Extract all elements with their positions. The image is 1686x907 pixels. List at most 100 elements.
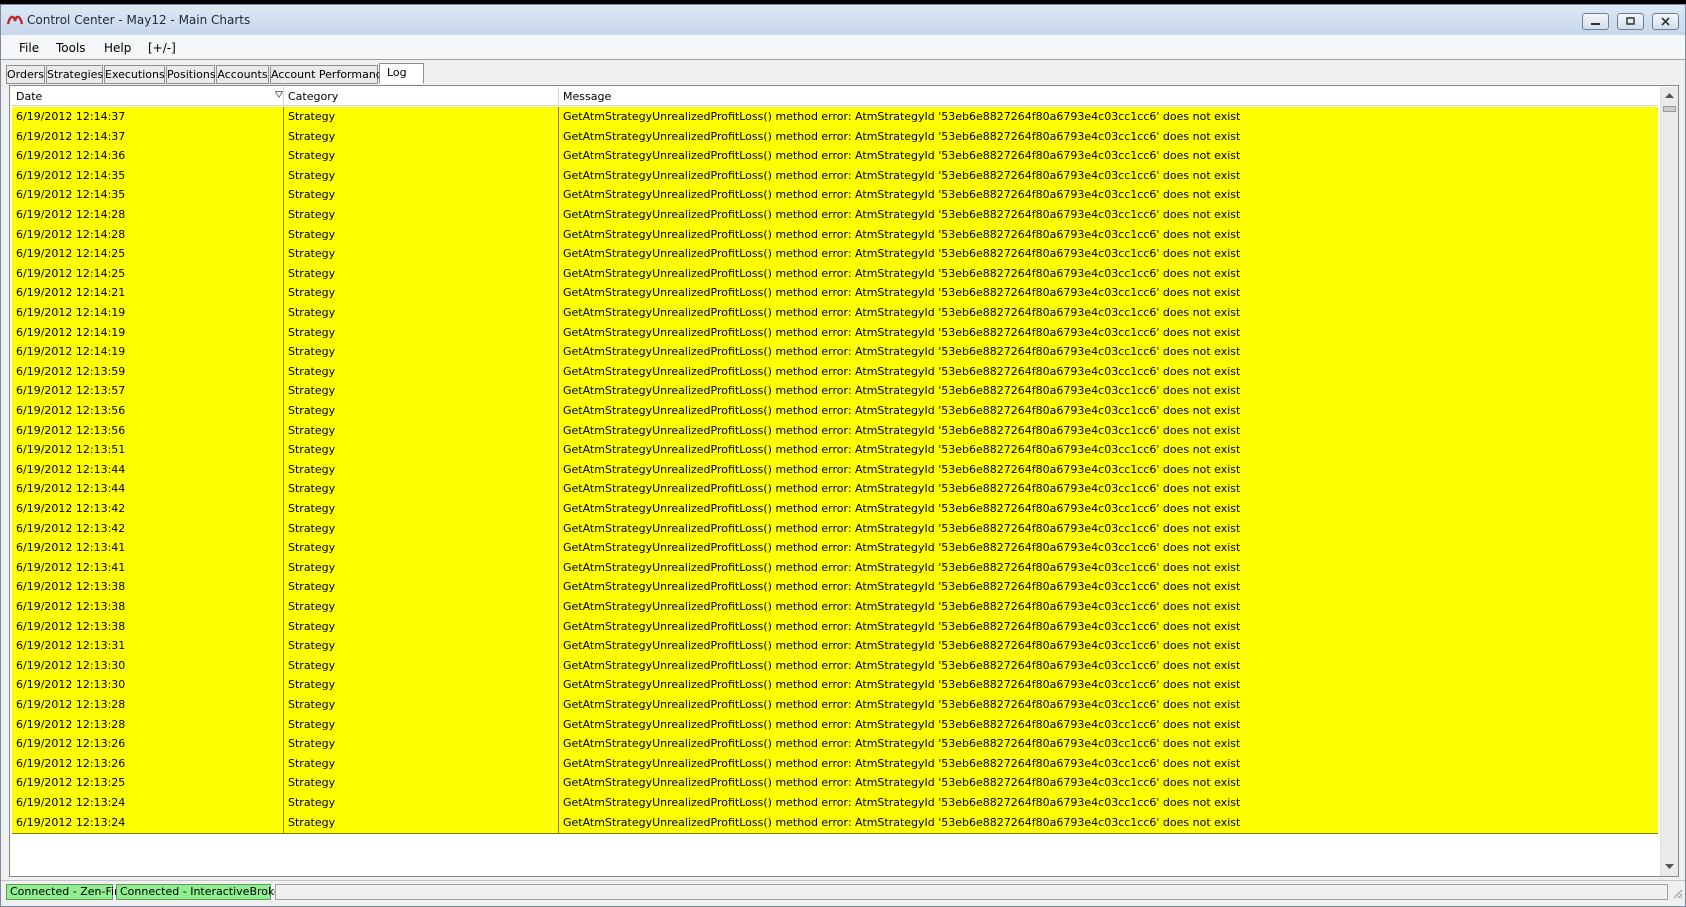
cell-message: GetAtmStrategyUnrealizedProfitLoss() met… xyxy=(563,502,1241,515)
cell-date: 6/19/2012 12:14:37 xyxy=(12,127,284,147)
tab-orders[interactable]: Orders xyxy=(6,65,45,84)
cell-date: 6/19/2012 12:13:26 xyxy=(12,734,284,754)
cell-category: Strategy xyxy=(284,715,559,735)
table-row[interactable]: 6/19/2012 12:14:28 Strategy GetAtmStrategy… xyxy=(12,225,1658,246)
cell-date: 6/19/2012 12:13:38 xyxy=(12,597,284,617)
tab-account-performance[interactable]: Account Performance xyxy=(270,65,389,84)
table-row[interactable]: 6/19/2012 12:13:42 Strategy GetAtmStrategy… xyxy=(12,499,1658,520)
table-row[interactable]: 6/19/2012 12:14:37 Strategy GetAtmStrategy… xyxy=(12,107,1658,128)
tab-accounts[interactable]: Accounts xyxy=(216,65,269,84)
scroll-down-arrow-icon[interactable] xyxy=(1661,858,1678,875)
table-row[interactable]: 6/19/2012 12:14:28 Strategy GetAtmStrategy… xyxy=(12,205,1658,226)
cell-category: Strategy xyxy=(284,127,559,147)
minimize-button[interactable] xyxy=(1582,13,1609,30)
table-row[interactable]: 6/19/2012 12:13:51 Strategy GetAtmStrategy… xyxy=(12,440,1658,461)
cell-date: 6/19/2012 12:13:42 xyxy=(12,499,284,519)
menu-help[interactable]: Help xyxy=(104,41,131,55)
cell-date: 6/19/2012 12:14:36 xyxy=(12,146,284,166)
table-row[interactable]: 6/19/2012 12:13:41 Strategy GetAtmStrategy… xyxy=(12,558,1658,579)
table-row[interactable]: 6/19/2012 12:13:28 Strategy GetAtmStrategy… xyxy=(12,715,1658,736)
cell-message: GetAtmStrategyUnrealizedProfitLoss() met… xyxy=(563,149,1241,162)
tab-strategies[interactable]: Strategies xyxy=(46,65,103,84)
table-row[interactable]: 6/19/2012 12:13:31 Strategy GetAtmStrategy… xyxy=(12,636,1658,657)
cell-message: GetAtmStrategyUnrealizedProfitLoss() met… xyxy=(563,737,1241,750)
menu-tools[interactable]: Tools xyxy=(56,41,86,55)
table-row[interactable]: 6/19/2012 12:13:57 Strategy GetAtmStrategy… xyxy=(12,381,1658,402)
table-row[interactable]: 6/19/2012 12:13:44 Strategy GetAtmStrategy… xyxy=(12,460,1658,481)
cell-message: GetAtmStrategyUnrealizedProfitLoss() met… xyxy=(563,580,1241,593)
table-row[interactable]: 6/19/2012 12:13:38 Strategy GetAtmStrategy… xyxy=(12,617,1658,638)
vertical-scrollbar[interactable] xyxy=(1660,87,1678,876)
table-row[interactable]: 6/19/2012 12:13:26 Strategy GetAtmStrategy… xyxy=(12,734,1658,755)
menu-file[interactable]: File xyxy=(19,41,39,55)
table-row[interactable]: 6/19/2012 12:14:37 Strategy GetAtmStrategy… xyxy=(12,127,1658,148)
status-bar: Connected - Zen-Fire Connected - Interac… xyxy=(1,880,1685,902)
resize-grip-icon[interactable] xyxy=(1671,887,1683,899)
table-row[interactable]: 6/19/2012 12:13:38 Strategy GetAtmStrategy… xyxy=(12,597,1658,618)
cell-category: Strategy xyxy=(284,617,559,637)
table-row[interactable]: 6/19/2012 12:13:28 Strategy GetAtmStrategy… xyxy=(12,695,1658,716)
table-row[interactable]: 6/19/2012 12:13:24 Strategy GetAtmStrategy… xyxy=(12,813,1658,834)
cell-category: Strategy xyxy=(284,460,559,480)
tab-executions[interactable]: Executions xyxy=(104,65,165,84)
table-row[interactable]: 6/19/2012 12:13:59 Strategy GetAtmStrategy… xyxy=(12,362,1658,383)
table-row[interactable]: 6/19/2012 12:13:38 Strategy GetAtmStrategy… xyxy=(12,577,1658,598)
table-row[interactable]: 6/19/2012 12:13:30 Strategy GetAtmStrategy… xyxy=(12,656,1658,677)
column-header-category[interactable]: Category xyxy=(284,87,559,106)
cell-date: 6/19/2012 12:13:44 xyxy=(12,460,284,480)
cell-message: GetAtmStrategyUnrealizedProfitLoss() met… xyxy=(563,286,1241,299)
table-row[interactable]: 6/19/2012 12:13:26 Strategy GetAtmStrategy… xyxy=(12,754,1658,775)
column-header-date[interactable]: Date xyxy=(12,87,284,106)
table-row[interactable]: 6/19/2012 12:13:24 Strategy GetAtmStrategy… xyxy=(12,793,1658,814)
cell-category: Strategy xyxy=(284,244,559,264)
tab-log[interactable]: Log xyxy=(379,63,424,84)
cell-category: Strategy xyxy=(284,107,559,127)
cell-category: Strategy xyxy=(284,558,559,578)
menu-expand-toggle[interactable]: [+/-] xyxy=(148,41,176,55)
table-row[interactable]: 6/19/2012 12:13:56 Strategy GetAtmStrategy… xyxy=(12,421,1658,442)
column-header-message-label: Message xyxy=(563,90,612,103)
table-row[interactable]: 6/19/2012 12:14:21 Strategy GetAtmStrategy… xyxy=(12,283,1658,304)
menubar-divider xyxy=(1,59,1685,60)
table-row[interactable]: 6/19/2012 12:13:56 Strategy GetAtmStrategy… xyxy=(12,401,1658,422)
table-row[interactable]: 6/19/2012 12:13:30 Strategy GetAtmStrategy… xyxy=(12,675,1658,696)
scroll-up-arrow-icon[interactable] xyxy=(1661,87,1678,104)
cell-date: 6/19/2012 12:13:24 xyxy=(12,793,284,813)
cell-category: Strategy xyxy=(284,636,559,656)
close-button[interactable] xyxy=(1652,13,1679,30)
cell-date: 6/19/2012 12:14:37 xyxy=(12,107,284,127)
column-header-message[interactable]: Message xyxy=(559,87,1658,106)
status-badge-zen-fire: Connected - Zen-Fire xyxy=(6,884,125,900)
log-grid: Date Category Message 6/19/2012 12:14:37… xyxy=(9,85,1679,877)
cell-category: Strategy xyxy=(284,695,559,715)
cell-date: 6/19/2012 12:13:28 xyxy=(12,715,284,735)
cell-message: GetAtmStrategyUnrealizedProfitLoss() met… xyxy=(563,463,1241,476)
table-row[interactable]: 6/19/2012 12:13:42 Strategy GetAtmStrategy… xyxy=(12,519,1658,540)
table-row[interactable]: 6/19/2012 12:14:36 Strategy GetAtmStrategy… xyxy=(12,146,1658,167)
table-row[interactable]: 6/19/2012 12:14:19 Strategy GetAtmStrategy… xyxy=(12,323,1658,344)
app-logo-icon xyxy=(7,15,23,25)
table-row[interactable]: 6/19/2012 12:13:25 Strategy GetAtmStrategy… xyxy=(12,773,1658,794)
table-row[interactable]: 6/19/2012 12:14:25 Strategy GetAtmStrategy… xyxy=(12,264,1658,285)
cell-message: GetAtmStrategyUnrealizedProfitLoss() met… xyxy=(563,326,1241,339)
table-row[interactable]: 6/19/2012 12:14:25 Strategy GetAtmStrategy… xyxy=(12,244,1658,265)
table-row[interactable]: 6/19/2012 12:13:44 Strategy GetAtmStrategy… xyxy=(12,479,1658,500)
cell-date: 6/19/2012 12:14:35 xyxy=(12,185,284,205)
table-row[interactable]: 6/19/2012 12:14:19 Strategy GetAtmStrategy… xyxy=(12,303,1658,324)
table-row[interactable]: 6/19/2012 12:14:35 Strategy GetAtmStrategy… xyxy=(12,185,1658,206)
cell-date: 6/19/2012 12:13:30 xyxy=(12,675,284,695)
cell-category: Strategy xyxy=(284,538,559,558)
cell-date: 6/19/2012 12:13:26 xyxy=(12,754,284,774)
restore-button[interactable] xyxy=(1617,13,1644,30)
cell-date: 6/19/2012 12:13:56 xyxy=(12,421,284,441)
cell-date: 6/19/2012 12:13:25 xyxy=(12,773,284,793)
table-row[interactable]: 6/19/2012 12:13:41 Strategy GetAtmStrategy… xyxy=(12,538,1658,559)
cell-date: 6/19/2012 12:14:25 xyxy=(12,264,284,284)
cell-message: GetAtmStrategyUnrealizedProfitLoss() met… xyxy=(563,718,1241,731)
cell-date: 6/19/2012 12:13:30 xyxy=(12,656,284,676)
title-bar[interactable]: Control Center - May12 - Main Charts xyxy=(1,5,1685,35)
tab-positions[interactable]: Positions xyxy=(166,65,216,84)
table-row[interactable]: 6/19/2012 12:14:35 Strategy GetAtmStrategy… xyxy=(12,166,1658,187)
table-row[interactable]: 6/19/2012 12:14:19 Strategy GetAtmStrategy… xyxy=(12,342,1658,363)
scrollbar-thumb[interactable] xyxy=(1663,106,1676,112)
